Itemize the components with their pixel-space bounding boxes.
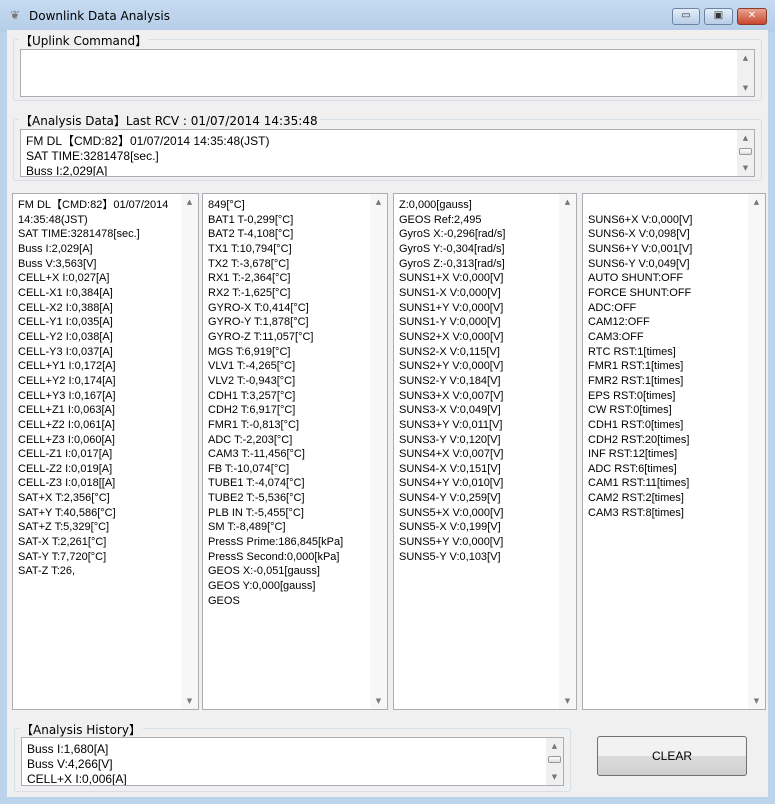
scroll-up-icon[interactable]: ▲ xyxy=(546,742,563,750)
scroll-thumb[interactable] xyxy=(548,756,561,763)
analysis-history-text[interactable]: Buss I:1,680[A] Buss V:4,266[V] CELL+X I… xyxy=(21,737,564,786)
scroll-up-icon[interactable]: ▲ xyxy=(748,198,765,206)
scroll-down-icon[interactable]: ▼ xyxy=(546,773,563,781)
scroll-down-icon[interactable]: ▼ xyxy=(737,84,754,92)
scrollbar[interactable]: ▲ ▼ xyxy=(370,194,387,709)
data-column-4[interactable]: SUNS6+X V:0,000[V] SUNS6-X V:0,098[V] SU… xyxy=(582,193,766,710)
scroll-thumb[interactable] xyxy=(739,148,752,155)
history-label: 【Analysis History】 xyxy=(19,721,143,738)
data-column-1[interactable]: FM DL【CMD:82】01/07/2014 14:35:48(JST) SA… xyxy=(12,193,199,710)
data-column-2[interactable]: 849[°C] BAT1 T-0,299[°C] BAT2 T-4,108[°C… xyxy=(202,193,388,710)
scroll-down-icon[interactable]: ▼ xyxy=(181,697,198,705)
scrollbar[interactable]: ▲ ▼ xyxy=(748,194,765,709)
analysis-label: 【Analysis Data】Last RCV : 01/07/2014 14:… xyxy=(18,112,320,129)
scroll-down-icon[interactable]: ▼ xyxy=(559,697,576,705)
scroll-up-icon[interactable]: ▲ xyxy=(370,198,387,206)
minimize-button[interactable]: ▭ xyxy=(672,8,700,25)
scroll-up-icon[interactable]: ▲ xyxy=(737,134,754,142)
title-bar: ❦ Downlink Data Analysis ▭ ▣ ✕ xyxy=(0,0,775,32)
sprout-icon: ❦ xyxy=(10,8,21,22)
maximize-button[interactable]: ▣ xyxy=(704,8,733,25)
scrollbar[interactable]: ▲ ▼ xyxy=(181,194,198,709)
scrollbar[interactable]: ▲ ▼ xyxy=(546,738,563,785)
scrollbar[interactable]: ▲ ▼ xyxy=(559,194,576,709)
uplink-command-input[interactable]: ▲ ▼ xyxy=(20,49,755,97)
data-column-3[interactable]: Z:0,000[gauss] GEOS Ref:2,495 GyroS X:-0… xyxy=(393,193,577,710)
scroll-down-icon[interactable]: ▼ xyxy=(737,164,754,172)
scroll-up-icon[interactable]: ▲ xyxy=(737,54,754,62)
window-title: Downlink Data Analysis xyxy=(29,9,170,23)
scroll-down-icon[interactable]: ▼ xyxy=(370,697,387,705)
scrollbar[interactable]: ▲ ▼ xyxy=(737,50,754,96)
uplink-label: 【Uplink Command】 xyxy=(18,32,150,49)
scrollbar[interactable]: ▲ ▼ xyxy=(737,130,754,176)
scroll-up-icon[interactable]: ▲ xyxy=(181,198,198,206)
clear-button[interactable]: CLEAR xyxy=(597,736,747,776)
window-client: 【Uplink Command】 ▲ ▼ 【Analysis Data】Last… xyxy=(7,30,768,797)
close-button[interactable]: ✕ xyxy=(737,8,767,25)
scroll-down-icon[interactable]: ▼ xyxy=(748,697,765,705)
scroll-up-icon[interactable]: ▲ xyxy=(559,198,576,206)
analysis-data-text[interactable]: FM DL【CMD:82】01/07/2014 14:35:48(JST) SA… xyxy=(20,129,755,177)
